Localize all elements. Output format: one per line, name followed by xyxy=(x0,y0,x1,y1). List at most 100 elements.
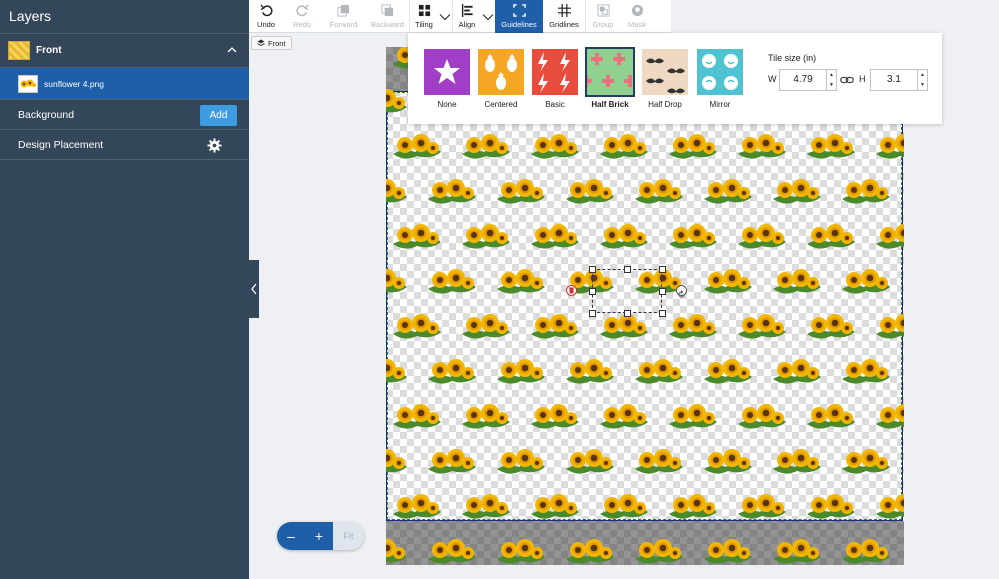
smiley-icon xyxy=(702,54,738,90)
send-backward-icon xyxy=(381,4,394,17)
resize-handle[interactable] xyxy=(589,266,596,273)
gridlines-label: Gridlines xyxy=(549,20,579,29)
tile-half-brick-swatch xyxy=(585,47,635,97)
tile-option-basic[interactable]: Basic xyxy=(531,49,579,109)
tile-height-input[interactable]: 3.1 ▲ ▼ xyxy=(870,69,928,91)
backward-button[interactable]: Backward xyxy=(366,0,409,33)
tiling-label: Tiling xyxy=(415,20,433,29)
sunflower-tile xyxy=(598,222,650,250)
sunflower-tile xyxy=(771,447,823,475)
resize-handle[interactable] xyxy=(624,310,631,317)
sunflower-tile xyxy=(391,492,443,520)
chevron-up-icon[interactable] xyxy=(225,43,239,57)
tile-option-label: Half Drop xyxy=(648,100,682,109)
rotate-handle[interactable] xyxy=(676,285,687,298)
sunflower-tile xyxy=(564,357,616,385)
link-icon[interactable] xyxy=(840,75,854,85)
resize-handle[interactable] xyxy=(589,288,596,295)
step-down-icon[interactable]: ▼ xyxy=(918,80,927,90)
sunflower-tile xyxy=(805,312,857,340)
align-button[interactable]: Align xyxy=(453,0,481,33)
sunflower-tile xyxy=(667,132,719,160)
backward-label: Backward xyxy=(371,20,404,29)
layer-front[interactable]: Front xyxy=(0,34,249,68)
tile-height-stepper[interactable]: ▲ ▼ xyxy=(917,70,927,90)
sunflower-tile xyxy=(391,402,443,430)
sunflower-tile xyxy=(386,267,409,295)
tile-width-value: 4.79 xyxy=(793,74,813,85)
tile-none-swatch xyxy=(424,49,470,95)
collapse-sidebar-button[interactable] xyxy=(249,260,259,318)
sunflower-tile xyxy=(598,492,650,520)
sunflower-tile xyxy=(667,312,719,340)
sunflower-tile xyxy=(460,492,512,520)
delete-handle[interactable] xyxy=(566,285,577,296)
trash-icon xyxy=(569,287,574,294)
tile-width-stepper[interactable]: ▲ ▼ xyxy=(826,70,836,90)
step-down-icon[interactable]: ▼ xyxy=(827,80,836,90)
selection-box[interactable] xyxy=(589,266,666,317)
layers-sidebar: Layers Front sunflower 4.png Background … xyxy=(0,0,249,579)
group-button[interactable]: Group xyxy=(586,0,620,33)
sunflower-tile xyxy=(391,132,443,160)
tile-width-input[interactable]: 4.79 ▲ ▼ xyxy=(779,69,837,91)
tile-option-half-brick[interactable]: Half Brick xyxy=(585,47,635,109)
zoom-fit-button[interactable]: Fit xyxy=(333,522,364,550)
sunflower-tile xyxy=(495,267,547,295)
resize-handle[interactable] xyxy=(624,266,631,273)
background-label: Background xyxy=(18,108,75,121)
sunflower-tile xyxy=(805,132,857,160)
sunflower-tile xyxy=(771,537,823,565)
sunflower-tile xyxy=(391,222,443,250)
sidebar-title: Layers xyxy=(0,0,249,34)
gridlines-button[interactable]: Gridlines xyxy=(543,0,585,33)
tiling-dropdown[interactable] xyxy=(438,0,452,33)
tile-option-label: Mirror xyxy=(709,100,731,109)
gridlines-icon xyxy=(557,4,571,17)
sunflower-tile xyxy=(529,402,581,430)
tile-height-label: H xyxy=(859,74,866,84)
chevron-down-icon xyxy=(482,13,494,20)
sunflower-tile xyxy=(874,132,904,160)
forward-button[interactable]: Forward xyxy=(321,0,366,33)
undo-button[interactable]: Undo xyxy=(249,0,283,33)
zoom-in-button[interactable]: + xyxy=(305,522,333,550)
guidelines-label: Guidelines xyxy=(501,20,537,29)
layer-sunflower[interactable]: sunflower 4.png xyxy=(0,68,249,100)
sunflower-tile xyxy=(736,492,788,520)
design-canvas[interactable] xyxy=(386,47,904,565)
sunflower-tile xyxy=(598,402,650,430)
mask-button[interactable]: Mask xyxy=(620,0,654,33)
guidelines-button[interactable]: Guidelines xyxy=(495,0,543,33)
tile-option-half-drop[interactable]: Half Drop xyxy=(641,49,689,109)
sunflower-tile xyxy=(667,222,719,250)
design-placement-row[interactable]: Design Placement xyxy=(0,130,249,160)
tile-option-centered[interactable]: Centered xyxy=(477,49,525,109)
design-placement-label: Design Placement xyxy=(18,138,104,151)
tiling-button[interactable]: Tiling xyxy=(410,0,438,33)
step-up-icon[interactable]: ▲ xyxy=(827,70,836,80)
tile-option-mirror[interactable]: Mirror xyxy=(696,49,744,109)
resize-handle[interactable] xyxy=(589,310,596,317)
redo-button[interactable]: Redo xyxy=(283,0,321,33)
zoom-out-button[interactable]: – xyxy=(277,522,305,550)
sunflower-tile xyxy=(391,312,443,340)
add-background-button[interactable]: Add xyxy=(200,105,237,126)
resize-handle[interactable] xyxy=(659,310,666,317)
sunflower-tile xyxy=(386,447,409,475)
sunflower-tile xyxy=(840,357,892,385)
tile-width-label: W xyxy=(768,74,777,84)
sunflower-tile xyxy=(460,402,512,430)
align-icon xyxy=(461,4,473,17)
sunflower-tile xyxy=(598,132,650,160)
forward-label: Forward xyxy=(329,20,358,29)
sunflower-tile xyxy=(702,537,754,565)
step-up-icon[interactable]: ▲ xyxy=(918,70,927,80)
sunflower-tile xyxy=(426,447,478,475)
gear-icon[interactable] xyxy=(207,138,222,153)
resize-handle[interactable] xyxy=(659,266,666,273)
front-side-chip[interactable]: Front xyxy=(251,36,292,50)
tile-option-none[interactable]: None xyxy=(423,49,471,109)
align-dropdown[interactable] xyxy=(481,0,495,33)
resize-handle[interactable] xyxy=(659,288,666,295)
